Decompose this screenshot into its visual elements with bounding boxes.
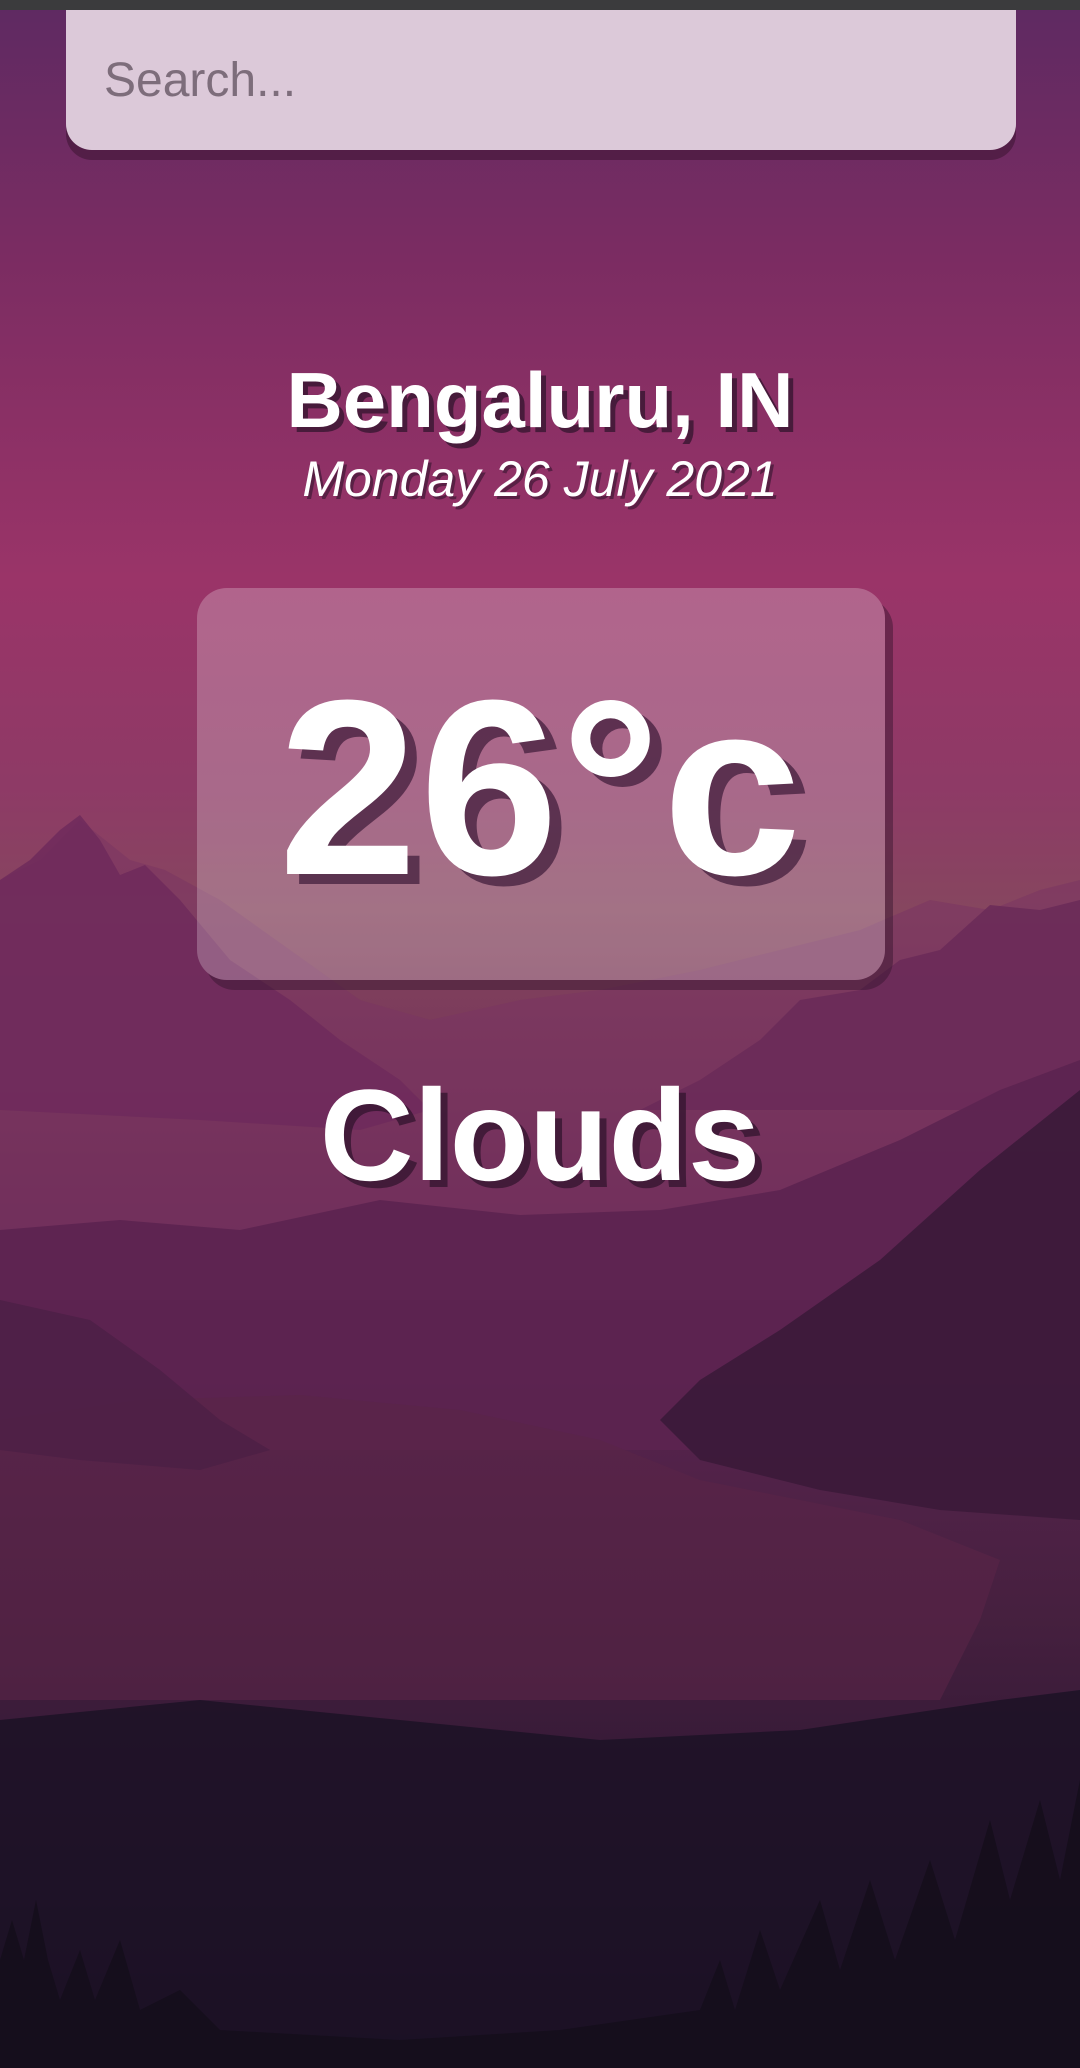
mountain-landscape-background (0, 815, 1080, 2068)
location-label: Bengaluru, IN (286, 356, 794, 444)
temperature-card: 26°c (197, 588, 885, 980)
weather-condition-label: Clouds (319, 1062, 761, 1208)
date-label: Monday 26 July 2021 (302, 451, 778, 507)
temperature-value: 26°c (278, 648, 804, 927)
search-bar (66, 10, 1016, 150)
search-input[interactable] (104, 10, 964, 150)
weather-app-screen: Bengaluru, IN Monday 26 July 2021 26°c C… (0, 0, 1080, 2068)
status-bar (0, 0, 1080, 10)
